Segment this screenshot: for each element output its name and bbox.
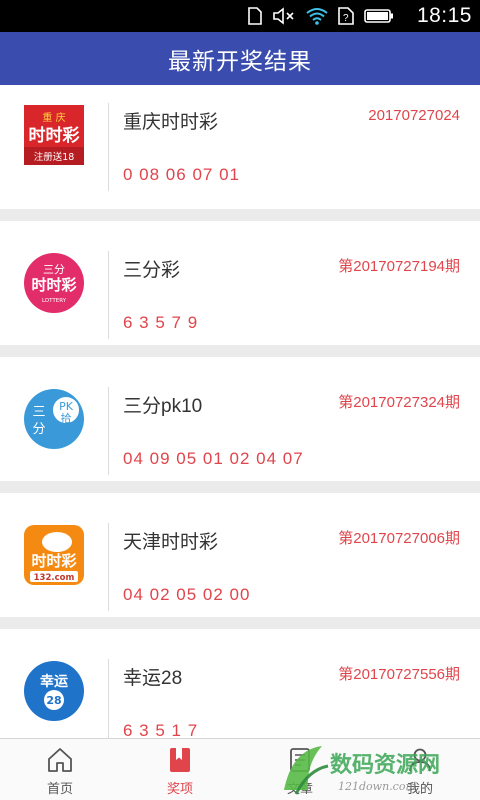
profile-icon — [409, 748, 431, 772]
lottery-card-sanfen-pk10[interactable]: 三 分 PK 拾 三分pk10 第20170727324期 04 09 05 0… — [0, 357, 480, 481]
list-separator — [0, 617, 480, 629]
lottery-name: 幸运28 — [123, 668, 183, 689]
tab-label: 文章 — [286, 781, 313, 796]
svg-text:?: ? — [343, 13, 349, 24]
lottery-result-list: 重 庆 时时彩 注册送18 重庆时时彩 20170727024 0 08 06 … — [0, 85, 480, 753]
sim-card-icon: ? — [338, 7, 354, 25]
lottery-period: 第20170727324期 — [338, 394, 460, 411]
lottery-name: 三分彩 — [123, 260, 181, 281]
sim-card-icon — [248, 7, 262, 25]
lottery-period: 第20170727006期 — [338, 530, 460, 547]
vertical-divider — [108, 251, 109, 339]
tab-awards[interactable]: 奖项 — [120, 739, 240, 800]
logo-text: 28 — [46, 694, 61, 707]
logo-text: 时时彩 — [31, 552, 76, 570]
lottery-name: 重庆时时彩 — [123, 112, 219, 133]
logo-text: LOTTERY — [42, 298, 67, 304]
mute-icon — [273, 7, 294, 25]
lottery-card-chongqing-ssc[interactable]: 重 庆 时时彩 注册送18 重庆时时彩 20170727024 0 08 06 … — [0, 85, 480, 209]
lottery-period: 第20170727194期 — [338, 258, 460, 275]
logo-text: 时时彩 — [31, 276, 76, 294]
bottom-tab-bar: 首页 奖项 文章 我的 — [0, 738, 480, 800]
list-separator — [0, 481, 480, 493]
list-separator — [0, 345, 480, 357]
list-separator — [0, 209, 480, 221]
lottery-numbers: 04 02 05 02 00 — [123, 585, 251, 604]
logo-text: 三分 — [43, 263, 65, 276]
logo-text: 重 庆 — [42, 111, 65, 124]
logo-text: 三 — [32, 405, 45, 420]
logo-text: 拾 — [61, 411, 72, 425]
xingyun28-logo-icon: 幸运 28 — [24, 661, 84, 721]
lottery-period: 第20170727556期 — [338, 666, 460, 683]
tianjin-ssc-logo-icon: 时时彩 132.com — [24, 525, 84, 585]
vertical-divider — [108, 659, 109, 747]
logo-text: 分 — [32, 422, 45, 437]
tab-label: 奖项 — [166, 781, 193, 796]
logo-text: 幸运 — [40, 673, 68, 690]
tab-label: 我的 — [406, 781, 433, 796]
tab-label: 首页 — [46, 781, 73, 796]
status-icons: ? — [248, 6, 394, 26]
lottery-name: 三分pk10 — [123, 396, 203, 417]
lottery-name: 天津时时彩 — [123, 532, 219, 553]
bookmark-icon — [170, 748, 190, 772]
sanfen-cai-logo-icon: 三分 时时彩 LOTTERY — [24, 253, 84, 313]
lottery-card-tianjin-ssc[interactable]: 时时彩 132.com 天津时时彩 第20170727006期 04 02 05… — [0, 493, 480, 617]
lottery-card-xingyun28[interactable]: 幸运 28 幸运28 第20170727556期 6 3 5 1 7 — [0, 629, 480, 753]
app-header: 最新开奖结果 — [0, 32, 480, 85]
status-bar: ? 18:15 — [0, 0, 480, 32]
vertical-divider — [108, 387, 109, 475]
lottery-period: 20170727024 — [368, 107, 460, 124]
lottery-card-sanfen-cai[interactable]: 三分 时时彩 LOTTERY 三分彩 第20170727194期 6 3 5 7… — [0, 221, 480, 345]
tab-home[interactable]: 首页 — [0, 739, 120, 800]
vertical-divider — [108, 103, 109, 191]
tab-profile[interactable]: 我的 — [360, 739, 480, 800]
logo-text: 注册送18 — [34, 151, 75, 163]
lottery-numbers: 04 09 05 01 02 04 07 — [123, 449, 304, 468]
chongqing-ssc-logo-icon: 重 庆 时时彩 注册送18 — [24, 105, 84, 165]
article-icon — [290, 748, 310, 772]
page-title: 最新开奖结果 — [168, 47, 312, 74]
logo-text: 132.com — [34, 573, 75, 583]
sanfen-pk10-logo-icon: 三 分 PK 拾 — [24, 389, 84, 449]
lottery-numbers: 0 08 06 07 01 — [123, 165, 240, 184]
lottery-numbers: 6 3 5 7 9 — [123, 313, 199, 332]
logo-text: 时时彩 — [29, 126, 80, 146]
vertical-divider — [108, 523, 109, 611]
status-time: 18:15 — [416, 4, 472, 27]
battery-icon — [364, 9, 393, 23]
wifi-icon — [306, 8, 328, 25]
home-icon — [48, 748, 72, 772]
tab-articles[interactable]: 文章 — [240, 739, 360, 800]
